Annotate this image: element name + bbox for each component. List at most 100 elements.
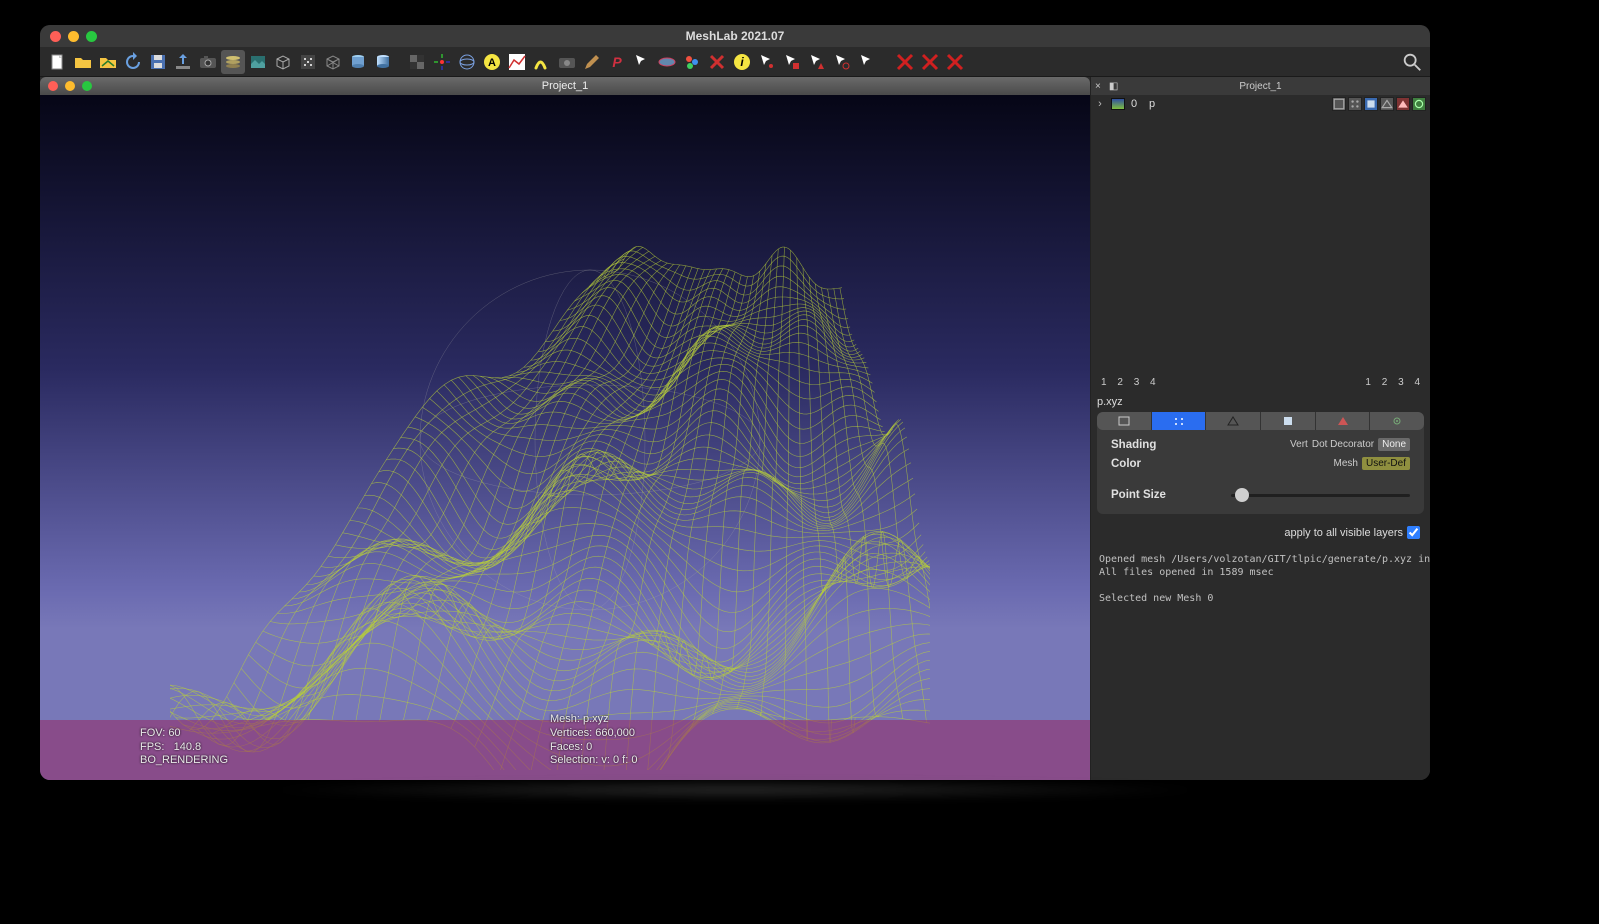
layer-visibility-icon[interactable] xyxy=(1111,98,1125,110)
select-none-button[interactable] xyxy=(705,50,729,74)
point-size-slider[interactable] xyxy=(1231,488,1410,502)
select-faces-button[interactable] xyxy=(655,50,679,74)
side-panel-header: × ◧ Project_1 xyxy=(1091,77,1430,95)
viewport-3d[interactable]: FOV: 60 FPS: 140.8 BO_RENDERING Mesh: p.… xyxy=(40,95,1090,780)
minimize-window-button[interactable] xyxy=(68,31,79,42)
numbar-left-2[interactable]: 2 xyxy=(1113,377,1127,388)
bounding-box-button[interactable] xyxy=(271,50,295,74)
points-render-button[interactable] xyxy=(296,50,320,74)
reload-button[interactable] xyxy=(121,50,145,74)
light-button[interactable] xyxy=(430,50,454,74)
raster-layers-button[interactable] xyxy=(246,50,270,74)
svg-text:P: P xyxy=(612,54,622,70)
render-tab-wire[interactable] xyxy=(1206,412,1261,430)
cursor-d-button[interactable] xyxy=(830,50,854,74)
point-size-label: Point Size xyxy=(1111,489,1231,501)
viewport-close-button[interactable] xyxy=(48,81,58,91)
layer-index: 0 xyxy=(1131,98,1143,110)
toggle-layer-dialog-button[interactable] xyxy=(221,50,245,74)
select-vertices-button[interactable] xyxy=(630,50,654,74)
window-shadow xyxy=(260,780,1210,800)
color-value[interactable]: User-Def xyxy=(1362,457,1410,470)
new-project-button[interactable] xyxy=(46,50,70,74)
search-button[interactable] xyxy=(1400,50,1424,74)
apply-label: apply to all visible layers xyxy=(1284,527,1403,539)
shading-mode-label: Dot Decorator xyxy=(1312,439,1374,450)
align-button[interactable] xyxy=(530,50,554,74)
delete-faces-button[interactable] xyxy=(918,50,942,74)
render-tab-select[interactable] xyxy=(1316,412,1371,430)
viewport-minimize-button[interactable] xyxy=(65,81,75,91)
viewport-stats-right: Mesh: p.xyz Vertices: 660,000 Faces: 0 S… xyxy=(550,713,637,768)
layer-list[interactable]: › 0 p xyxy=(1091,95,1430,375)
layer-mode-e-icon[interactable] xyxy=(1396,97,1410,111)
select-connected-button[interactable] xyxy=(680,50,704,74)
render-tab-solid[interactable] xyxy=(1261,412,1316,430)
wireframe-render-button[interactable] xyxy=(321,50,345,74)
log-panel[interactable]: Opened mesh /Users/volzotan/GIT/tlpic/ge… xyxy=(1091,547,1430,780)
viewport-stats-left: FOV: 60 FPS: 140.8 BO_RENDERING xyxy=(140,727,228,768)
numbar-right-1[interactable]: 1 xyxy=(1361,377,1375,388)
trackball-button[interactable] xyxy=(455,50,479,74)
open-mesh-button[interactable] xyxy=(96,50,120,74)
graph-button[interactable] xyxy=(505,50,529,74)
layer-mode-f-icon[interactable] xyxy=(1412,97,1426,111)
color-label: Color xyxy=(1111,458,1231,470)
render-tabs xyxy=(1097,412,1424,430)
render-tab-points[interactable] xyxy=(1152,412,1207,430)
delete-verts-button[interactable] xyxy=(893,50,917,74)
cursor-b-button[interactable] xyxy=(780,50,804,74)
cursor-c-button[interactable] xyxy=(805,50,829,74)
export-mesh-button[interactable] xyxy=(171,50,195,74)
main-toolbar: A P i xyxy=(40,47,1430,77)
layer-mode-a-icon[interactable] xyxy=(1332,97,1346,111)
smooth-shading-button[interactable] xyxy=(371,50,395,74)
camera-tool-button[interactable] xyxy=(555,50,579,74)
snapshot-button[interactable] xyxy=(196,50,220,74)
info-button[interactable]: i xyxy=(730,50,754,74)
apply-row: apply to all visible layers xyxy=(1091,522,1430,547)
side-undock-icon[interactable]: ◧ xyxy=(1105,81,1122,92)
delete-mesh-button[interactable] xyxy=(943,50,967,74)
annotation-button[interactable]: A xyxy=(480,50,504,74)
app-window: MeshLab 2021.07 A P i xyxy=(40,25,1430,780)
maximize-window-button[interactable] xyxy=(86,31,97,42)
current-mesh-filename: p.xyz xyxy=(1091,390,1430,410)
save-project-button[interactable] xyxy=(146,50,170,74)
shading-mode-value[interactable]: None xyxy=(1378,438,1410,451)
shading-label: Shading xyxy=(1111,439,1231,451)
numbar-right-3[interactable]: 3 xyxy=(1394,377,1408,388)
layer-row[interactable]: › 0 p xyxy=(1091,95,1430,113)
render-tab-decor[interactable] xyxy=(1370,412,1424,430)
edit-button[interactable] xyxy=(580,50,604,74)
side-panel: × ◧ Project_1 › 0 p xyxy=(1090,77,1430,780)
render-properties-panel: Shading Vert Dot Decorator None Color Me… xyxy=(1097,412,1424,514)
app-title: MeshLab 2021.07 xyxy=(40,29,1430,43)
svg-text:A: A xyxy=(488,57,496,69)
apply-checkbox[interactable] xyxy=(1407,526,1420,539)
layer-mode-d-icon[interactable] xyxy=(1380,97,1394,111)
side-close-icon[interactable]: × xyxy=(1091,81,1105,92)
numbar-left-3[interactable]: 3 xyxy=(1130,377,1144,388)
layer-numbar: 1 2 3 4 1 2 3 4 xyxy=(1091,375,1430,390)
open-project-button[interactable] xyxy=(71,50,95,74)
viewport-panel: Project_1 FOV: 60 FPS: 140.8 BO_RENDERIN… xyxy=(40,77,1090,780)
paint-button[interactable]: P xyxy=(605,50,629,74)
cursor-a-button[interactable] xyxy=(755,50,779,74)
render-tab-box[interactable] xyxy=(1097,412,1152,430)
texture-toggle-button[interactable] xyxy=(405,50,429,74)
side-panel-title: Project_1 xyxy=(1091,81,1430,92)
numbar-left-4[interactable]: 4 xyxy=(1146,377,1160,388)
cursor-e-button[interactable] xyxy=(855,50,879,74)
numbar-right-2[interactable]: 2 xyxy=(1378,377,1392,388)
close-window-button[interactable] xyxy=(50,31,61,42)
flat-shading-button[interactable] xyxy=(346,50,370,74)
numbar-right-4[interactable]: 4 xyxy=(1410,377,1424,388)
layer-expand-icon[interactable]: › xyxy=(1095,98,1105,110)
shading-key: Vert xyxy=(1290,439,1308,450)
layer-mode-c-icon[interactable] xyxy=(1364,97,1378,111)
viewport-title: Project_1 xyxy=(40,80,1090,92)
viewport-maximize-button[interactable] xyxy=(82,81,92,91)
layer-mode-b-icon[interactable] xyxy=(1348,97,1362,111)
numbar-left-1[interactable]: 1 xyxy=(1097,377,1111,388)
